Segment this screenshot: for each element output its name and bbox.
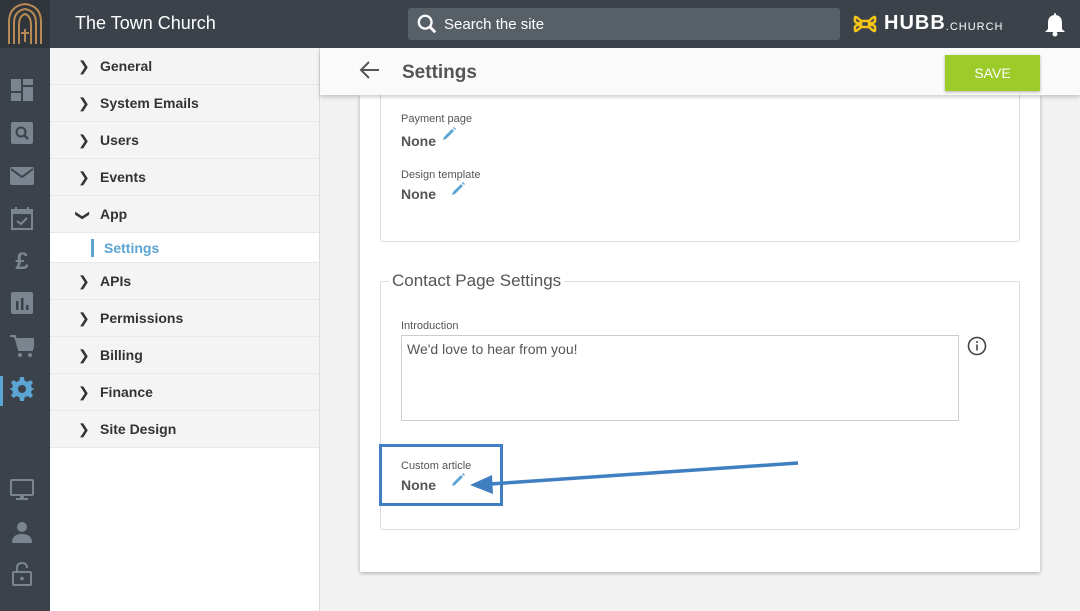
dashboard-icon[interactable] (10, 78, 34, 102)
church-arch-icon (8, 2, 42, 44)
page-title: Settings (402, 62, 477, 83)
arrow-left-icon (359, 61, 379, 79)
sidepanel-item-system-emails[interactable]: ❯ System Emails (50, 85, 319, 122)
chevron-right-icon: ❯ (78, 94, 90, 111)
sidepanel-item-label: System Emails (100, 95, 199, 111)
sidepanel-item-general[interactable]: ❯ General (50, 48, 319, 85)
brand-word: HUBB (884, 12, 946, 34)
search-icon[interactable] (10, 121, 34, 145)
sidepanel-item-app[interactable]: ❯ App (50, 196, 319, 233)
person-icon[interactable] (10, 520, 34, 544)
contact-page-settings-section: Contact Page Settings Introduction We'd … (379, 271, 1020, 530)
top-bar: The Town Church Search the site HUBB .CH… (0, 0, 1080, 48)
gear-icon[interactable] (10, 377, 34, 401)
sidepanel-subitem-label: Settings (104, 239, 160, 256)
sidepanel-item-label: Site Design (100, 421, 177, 437)
active-indicator (91, 238, 94, 257)
monitor-icon[interactable] (10, 478, 34, 502)
info-icon (967, 336, 987, 356)
site-title[interactable]: The Town Church (75, 13, 216, 34)
sidepanel-item-label: APIs (100, 273, 132, 289)
search-icon (417, 14, 437, 34)
sidepanel-item-apis[interactable]: ❯ APIs (50, 263, 319, 300)
unlock-icon[interactable] (10, 561, 34, 586)
notifications-button[interactable] (1043, 11, 1067, 42)
sidepanel-item-label: Finance (100, 384, 153, 400)
introduction-label: Introduction (401, 320, 459, 332)
sidepanel-item-label: Events (100, 169, 146, 185)
sidepanel-item-billing[interactable]: ❯ Billing (50, 337, 319, 374)
info-button[interactable] (967, 336, 987, 361)
field-label: Design template (401, 169, 481, 181)
chevron-down-icon: ❯ (75, 209, 92, 221)
hubb-logo-icon (853, 15, 877, 32)
pencil-icon (452, 473, 465, 486)
settings-card: Payment page None Design template None C… (360, 90, 1040, 572)
custom-article-label: Custom article (401, 460, 472, 472)
edit-payment-page-button[interactable] (441, 126, 457, 147)
calendar-check-icon[interactable] (10, 206, 34, 230)
bar-chart-icon[interactable] (10, 291, 34, 315)
sidepanel-item-label: Users (100, 132, 139, 148)
mail-icon[interactable] (10, 164, 34, 188)
brand-suffix: .CHURCH (945, 20, 1004, 33)
chevron-right-icon: ❯ (78, 57, 90, 74)
field-value: None (401, 133, 436, 149)
sidepanel-item-events[interactable]: ❯ Events (50, 159, 319, 196)
back-button[interactable] (358, 58, 382, 87)
app-settings-section: Payment page None Design template None (380, 90, 1020, 242)
annotation-highlight-box (379, 444, 503, 506)
field-value: None (401, 186, 436, 202)
section-legend: Contact Page Settings (389, 271, 565, 291)
sidepanel-item-users[interactable]: ❯ Users (50, 122, 319, 159)
chevron-right-icon: ❯ (78, 420, 90, 437)
hubb-logo: HUBB .CHURCH (852, 12, 1004, 35)
pencil-icon (443, 127, 456, 140)
sidepanel-item-label: Permissions (100, 310, 184, 326)
edit-custom-article-button[interactable] (450, 472, 466, 493)
introduction-textarea[interactable]: We'd love to hear from you! (401, 335, 959, 421)
sidepanel-item-site-design[interactable]: ❯ Site Design (50, 411, 319, 448)
cart-icon[interactable] (10, 334, 34, 358)
chevron-right-icon: ❯ (78, 168, 90, 185)
active-indicator (0, 376, 3, 406)
pencil-icon (452, 182, 465, 195)
left-nav: £ (0, 48, 50, 611)
chevron-right-icon: ❯ (78, 272, 90, 289)
sidepanel-item-label: Billing (100, 347, 143, 363)
search-input[interactable]: Search the site (408, 8, 840, 40)
chevron-right-icon: ❯ (78, 383, 90, 400)
settings-sidepanel: ❯ General ❯ System Emails ❯ Users ❯ Events ❯… (50, 48, 320, 611)
chevron-right-icon: ❯ (78, 309, 90, 326)
custom-article-value: None (401, 477, 436, 493)
page-header: Settings SAVE (320, 48, 1080, 95)
sidepanel-item-label: General (100, 58, 153, 74)
sidepanel-item-finance[interactable]: ❯ Finance (50, 374, 319, 411)
field-label: Payment page (401, 113, 472, 125)
pound-icon[interactable]: £ (10, 248, 34, 275)
edit-design-template-button[interactable] (450, 181, 466, 202)
search-placeholder: Search the site (444, 15, 545, 33)
chevron-right-icon: ❯ (78, 131, 90, 148)
sidepanel-subitem-settings[interactable]: Settings (50, 233, 319, 263)
chevron-right-icon: ❯ (78, 346, 90, 363)
sidepanel-item-label: App (100, 206, 128, 222)
sidepanel-item-permissions[interactable]: ❯ Permissions (50, 300, 319, 337)
church-logo[interactable] (0, 0, 50, 48)
save-button[interactable]: SAVE (945, 55, 1040, 91)
bell-icon (1045, 13, 1065, 37)
